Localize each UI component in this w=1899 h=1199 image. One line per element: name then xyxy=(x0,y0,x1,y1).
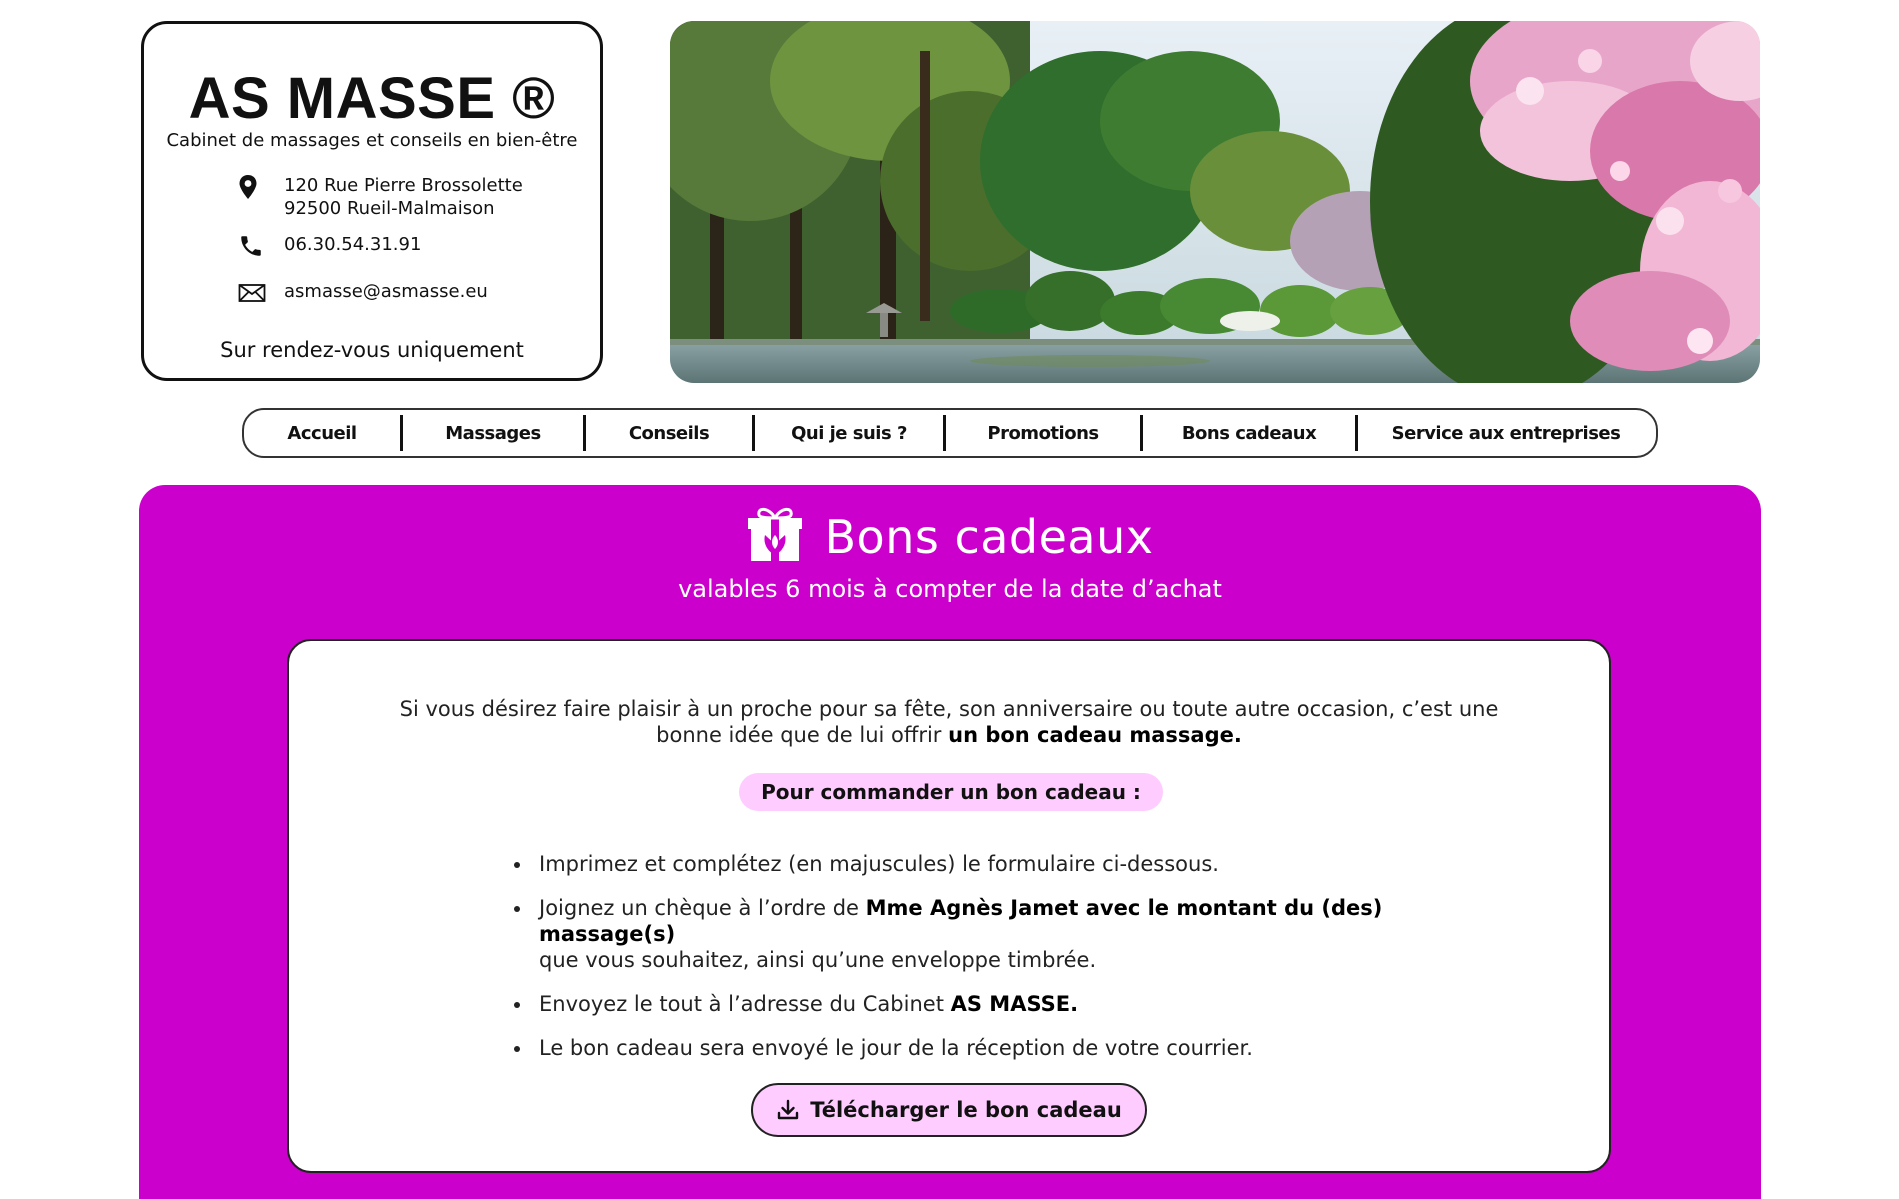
section-title: Bons cadeaux xyxy=(824,509,1154,564)
gift-box-icon xyxy=(747,505,803,568)
appointment-note: Sur rendez-vous uniquement xyxy=(220,338,524,362)
email-row[interactable]: asmasse@asmasse.eu xyxy=(238,280,488,306)
gift-info-panel: Si vous désirez faire plaisir à un proch… xyxy=(287,639,1611,1173)
nav-service-entreprises[interactable]: Service aux entreprises xyxy=(1358,410,1654,456)
step-emphasis: AS MASSE. xyxy=(950,992,1079,1016)
download-voucher-button[interactable]: Télécharger le bon cadeau xyxy=(751,1083,1147,1137)
nav-accueil[interactable]: Accueil xyxy=(244,410,400,456)
section-title-row: Bons cadeaux xyxy=(139,505,1761,568)
intro-paragraph: Si vous désirez faire plaisir à un proch… xyxy=(389,696,1509,748)
brand-card: AS MASSE ® Cabinet de massages et consei… xyxy=(141,21,603,381)
nav-massages[interactable]: Massages xyxy=(403,410,583,456)
step-text: Joignez un chèque à l’ordre de xyxy=(539,896,866,920)
address-row: 120 Rue Pierre Brossolette 92500 Rueil-M… xyxy=(238,174,523,220)
list-item: Le bon cadeau sera envoyé le jour de la … xyxy=(533,1035,1473,1061)
address-line-1: 120 Rue Pierre Brossolette xyxy=(284,175,523,196)
step-text: Imprimez et complétez (en majuscules) le… xyxy=(539,852,1219,876)
order-heading: Pour commander un bon cadeau : xyxy=(739,773,1163,811)
list-item: Imprimez et complétez (en majuscules) le… xyxy=(533,851,1473,877)
step-text: Envoyez le tout à l’adresse du Cabinet xyxy=(539,992,951,1016)
download-voucher-label: Télécharger le bon cadeau xyxy=(810,1098,1122,1122)
phone-row[interactable]: 06.30.54.31.91 xyxy=(238,233,421,259)
location-pin-icon xyxy=(238,174,268,200)
list-item: Joignez un chèque à l’ordre de Mme Agnès… xyxy=(533,895,1473,973)
step-text: Le bon cadeau sera envoyé le jour de la … xyxy=(539,1036,1253,1060)
download-icon xyxy=(776,1098,800,1122)
brand-title: AS MASSE ® xyxy=(188,66,556,131)
address-text: 120 Rue Pierre Brossolette 92500 Rueil-M… xyxy=(284,174,523,220)
list-item: Envoyez le tout à l’adresse du Cabinet A… xyxy=(533,991,1473,1017)
phone-number[interactable]: 06.30.54.31.91 xyxy=(284,233,421,256)
section-subtitle: valables 6 mois à compter de la date d’a… xyxy=(678,575,1222,603)
nav-conseils[interactable]: Conseils xyxy=(586,410,752,456)
nav-promotions[interactable]: Promotions xyxy=(946,410,1140,456)
phone-icon xyxy=(238,233,268,259)
main-nav: Accueil Massages Conseils Qui je suis ? … xyxy=(242,408,1658,458)
intro-emphasis: un bon cadeau massage. xyxy=(948,723,1242,747)
step-text-continued: que vous souhaitez, ainsi qu’une envelop… xyxy=(539,948,1097,972)
nav-qui-je-suis[interactable]: Qui je suis ? xyxy=(755,410,943,456)
nav-bons-cadeaux[interactable]: Bons cadeaux xyxy=(1143,410,1355,456)
brand-tagline: Cabinet de massages et conseils en bien-… xyxy=(166,130,578,151)
order-steps-list: Imprimez et complétez (en majuscules) le… xyxy=(517,851,1473,1079)
garden-hero-image xyxy=(670,21,1760,383)
gift-vouchers-section: Bons cadeaux valables 6 mois à compter d… xyxy=(139,485,1761,1199)
envelope-icon xyxy=(238,280,268,306)
email-address[interactable]: asmasse@asmasse.eu xyxy=(284,280,488,303)
address-line-2: 92500 Rueil-Malmaison xyxy=(284,198,495,219)
